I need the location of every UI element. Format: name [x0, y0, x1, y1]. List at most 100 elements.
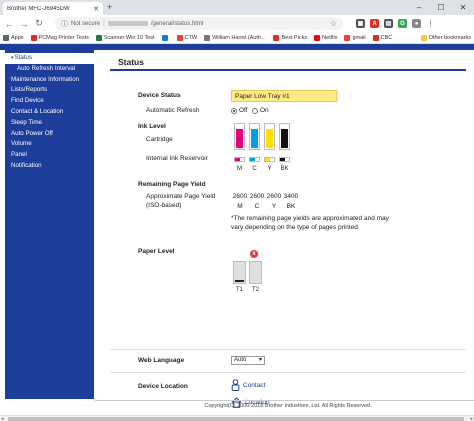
sidebar-item-label: Contact & Location — [11, 107, 64, 115]
scroll-left-icon[interactable]: ◂ — [1, 416, 4, 421]
bookmark-label: Scanner Win 10 Test — [103, 34, 155, 41]
bookmark-favicon-icon — [314, 34, 321, 41]
reservoir-fill — [265, 158, 270, 161]
bookmark-item[interactable]: William Harrel (Auth… — [204, 34, 266, 41]
sidebar-item-label: Panel — [11, 151, 27, 159]
page-yield-color-label: BK — [286, 203, 296, 210]
info-icon[interactable]: ⓘ — [61, 19, 68, 29]
bookmark-item[interactable]: CTW — [176, 34, 198, 41]
device-status-label: Device Status — [138, 92, 181, 99]
page-yield-color-label: C — [254, 203, 260, 210]
sidebar-item-auto-power-off[interactable]: Auto Power Off — [5, 129, 94, 140]
bookmark-favicon-icon — [204, 34, 211, 41]
bookmark-item[interactable]: PCMag Printer Tests — [30, 34, 89, 41]
internal-ink-reservoir — [264, 157, 275, 162]
browser-tab[interactable]: Brother MFC-J6945DW ✕ — [3, 2, 103, 15]
tab-title: Brother MFC-J6945DW — [7, 5, 70, 12]
bookmark-label: CBC — [380, 34, 393, 41]
sidebar-item-lists-reports[interactable]: Lists/Reports — [5, 85, 94, 96]
bookmark-label: Netflix — [322, 34, 338, 41]
iso-label: (ISO-based) — [146, 202, 182, 209]
bookmark-star-icon[interactable]: ☆ — [330, 19, 337, 28]
menu-icon[interactable]: ⋮ — [426, 19, 435, 28]
sidebar-item-maintenance-information[interactable]: Maintenance Information — [5, 75, 94, 86]
back-icon[interactable]: ← — [4, 19, 14, 29]
ink-color-label: C — [252, 166, 257, 172]
auto-refresh-label: Automatic Refresh — [146, 107, 200, 114]
paper-tray-label: T1 — [235, 287, 243, 293]
sidebar-item-label: Find Device — [11, 97, 44, 105]
page-yield-value: 2600 — [249, 193, 265, 200]
sidebar-item-volume[interactable]: Volume — [5, 139, 94, 150]
sidebar-item-label: Auto Refresh Interval — [17, 64, 76, 72]
radio-dot — [231, 107, 237, 114]
window-close-icon[interactable]: ✕ — [452, 0, 474, 15]
device-location-label: Device Location — [138, 383, 188, 390]
bookmark-item[interactable]: Apps — [3, 34, 24, 41]
bookmark-label: CTW — [184, 34, 198, 41]
maximize-icon[interactable]: ☐ — [430, 0, 452, 15]
reservoir-fill — [280, 158, 285, 161]
bookmark-item[interactable] — [161, 34, 170, 41]
bookmark-label: Best Picks — [281, 34, 308, 41]
ink-color-label: Y — [267, 166, 272, 172]
bookmark-item[interactable]: Scanner Win 10 Test — [95, 34, 155, 41]
bookmark-favicon-icon — [95, 34, 102, 41]
page-yield-value: 2600 — [232, 193, 248, 200]
paper-tray-level — [249, 261, 262, 284]
bookmark-item[interactable]: Netflix — [314, 34, 338, 41]
tab-close-icon[interactable]: ✕ — [93, 5, 99, 13]
pdf-extension-icon[interactable]: A — [370, 19, 379, 28]
bookmark-item[interactable]: CBC — [372, 34, 393, 41]
contact-link[interactable]: Contact — [231, 379, 265, 391]
radio-label-on: On — [260, 107, 269, 114]
ink-fill — [251, 128, 258, 148]
ink-color-label: M — [237, 166, 242, 172]
extension-icon[interactable]: G — [398, 19, 407, 28]
paper-fill — [235, 279, 244, 282]
horizontal-scrollbar[interactable]: ◂ ▸ — [0, 415, 474, 421]
internal-reservoir-label: Internal Ink Reservoir — [146, 155, 208, 162]
extension-icon[interactable]: ● — [412, 19, 421, 28]
sidebar-item-label: Status — [14, 54, 33, 61]
sidebar-item-auto-refresh-interval[interactable]: Auto Refresh Interval — [5, 64, 94, 75]
sidebar-item-status[interactable]: ▾Status — [5, 53, 94, 64]
auto-refresh-on-radio[interactable]: On — [252, 107, 269, 114]
sidebar-item-panel[interactable]: Panel — [5, 150, 94, 161]
bookmark-item[interactable]: gmail — [344, 34, 366, 41]
minimize-icon[interactable]: – — [408, 0, 430, 15]
ink-fill — [281, 128, 288, 148]
internal-ink-reservoir — [234, 157, 245, 162]
copyright-footer: Copyright(C) 2000-2018 Brother Industrie… — [204, 403, 372, 409]
web-language-select[interactable]: Auto ▾ — [231, 356, 265, 365]
address-bar[interactable]: ⓘ Not secure | /general/status.html ☆ — [55, 17, 343, 30]
bookmarks-bar: Apps PCMag Printer Tests Scanner Win 10 Te… — [0, 32, 474, 44]
reload-icon[interactable]: ↻ — [34, 18, 44, 29]
browser-tab-strip: Brother MFC-J6945DW ✕ + – ☐ ✕ — [0, 0, 474, 15]
extension-icon[interactable]: ▣ — [356, 19, 365, 28]
footer-divider — [95, 400, 474, 401]
bookmark-label: Apps — [11, 34, 24, 41]
extension-icon[interactable]: ▤ — [384, 19, 393, 28]
sidebar-item-sleep-time[interactable]: Sleep Time — [5, 118, 94, 129]
address-path: /general/status.html — [150, 20, 204, 27]
redacted-host — [107, 21, 148, 26]
bookmark-favicon-icon — [344, 34, 351, 41]
sidebar-nav: ▾Status Auto Refresh Interval Maintenance … — [5, 50, 94, 399]
new-tab-icon[interactable]: + — [107, 2, 112, 13]
sidebar-item-label: Sleep Time — [11, 118, 42, 126]
scrollbar-thumb[interactable] — [8, 417, 464, 421]
auto-refresh-off-radio[interactable]: Off — [231, 107, 248, 114]
bookmark-favicon-icon — [3, 34, 9, 41]
bookmark-item[interactable]: Best Picks — [273, 34, 308, 41]
paper-error-icon: x — [250, 250, 258, 258]
bookmark-favicon-icon — [372, 34, 379, 41]
bookmark-label: PCMag Printer Tests — [38, 34, 89, 41]
sidebar-item-notification[interactable]: Notification — [5, 161, 94, 172]
page-yield-value: 2600 — [266, 193, 282, 200]
other-bookmarks[interactable]: Other bookmarks — [420, 34, 471, 41]
forward-icon[interactable]: → — [19, 19, 29, 29]
sidebar-item-find-device[interactable]: Find Device — [5, 96, 94, 107]
scroll-right-icon[interactable]: ▸ — [470, 416, 473, 421]
sidebar-item-contact-location[interactable]: Contact & Location — [5, 107, 94, 118]
